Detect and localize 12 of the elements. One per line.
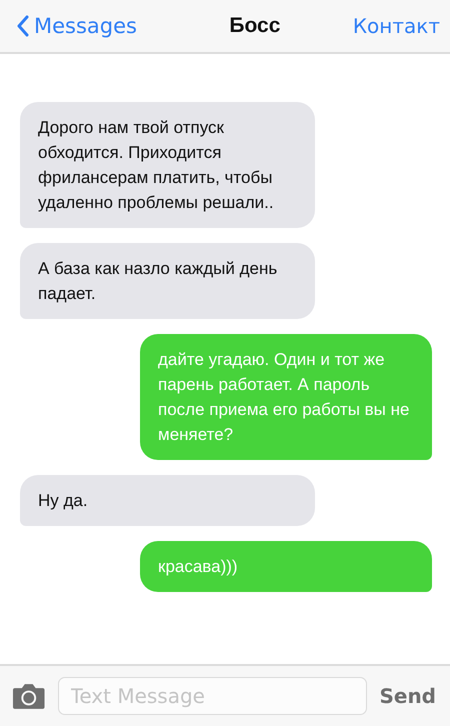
sent-message-bubble: дайте угадаю. Один и тот же парень работает. А пароль после приема его работы вы не меняете? <box>140 334 432 460</box>
message-input-field[interactable]: Text Message <box>58 677 368 715</box>
sent-message-bubble: красава))) <box>140 541 432 592</box>
received-message-bubble: Ну да. <box>20 475 315 526</box>
contact-link[interactable]: Контакт <box>352 14 440 38</box>
camera-icon[interactable] <box>12 683 46 709</box>
received-message-bubble: А база как назло каждый день падает. <box>20 243 315 319</box>
received-message-bubble: Дорого нам твой отпуск обходится. Приходится фрилансерам платить, чтобы удаленно проблемы решали.. <box>20 102 315 228</box>
back-chevron-icon <box>16 15 29 37</box>
send-button[interactable]: Send <box>379 684 436 708</box>
chat-title: Босс <box>229 14 280 38</box>
back-link[interactable]: Messages <box>16 14 137 38</box>
